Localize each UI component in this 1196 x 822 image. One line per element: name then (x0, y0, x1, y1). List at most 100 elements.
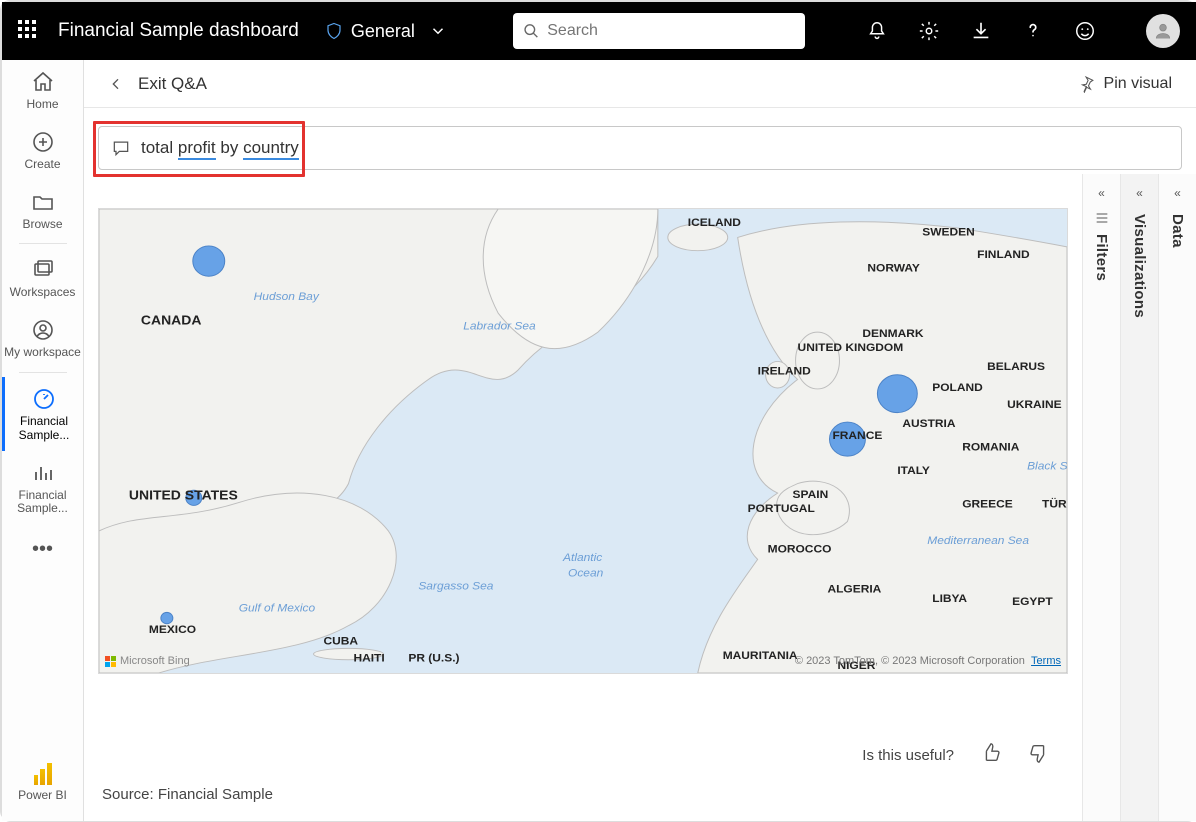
map-attribution: © 2023 TomTom, © 2023 Microsoft Corporat… (795, 655, 1061, 667)
svg-text:SWEDEN: SWEDEN (922, 226, 974, 239)
top-right-actions (866, 14, 1180, 48)
nav-my-workspace[interactable]: My workspace (2, 308, 83, 368)
chevrons-left-icon: « (1098, 180, 1105, 206)
top-app-bar: Financial Sample dashboard General (2, 2, 1196, 60)
exit-qna-button[interactable]: Exit Q&A (138, 74, 207, 94)
svg-text:FINLAND: FINLAND (977, 249, 1029, 262)
nav-powerbi[interactable]: Power BI (16, 751, 69, 811)
pin-icon (1078, 75, 1096, 93)
thumbs-down-icon (1028, 742, 1050, 764)
qna-text: total profit by country (141, 138, 299, 158)
thumbs-up-icon (980, 742, 1002, 764)
sensitivity-text: General (351, 21, 415, 42)
feedback-button[interactable] (1074, 20, 1096, 42)
svg-text:SPAIN: SPAIN (793, 488, 829, 501)
nav-workspaces-label: Workspaces (10, 286, 76, 300)
svg-text:Mediterranean Sea: Mediterranean Sea (927, 534, 1029, 547)
left-nav: Home Create Browse Workspaces My workspa… (2, 60, 84, 821)
app-launcher-icon[interactable] (18, 20, 40, 42)
chevrons-left-icon: « (1174, 180, 1181, 206)
svg-text:UNITED KINGDOM: UNITED KINGDOM (798, 341, 904, 354)
nav-fin-report-label: Financial Sample... (4, 489, 81, 517)
feedback-row: Is this useful? (862, 742, 1064, 768)
nav-my-workspace-label: My workspace (4, 346, 81, 360)
source-label: Source: Financial Sample (84, 768, 1082, 821)
folder-icon (31, 190, 55, 214)
svg-text:MEXICO: MEXICO (149, 623, 196, 636)
qna-input[interactable]: total profit by country (98, 126, 1182, 170)
data-panel-collapsed[interactable]: « Data (1158, 174, 1196, 821)
bell-icon (866, 20, 888, 42)
bubble-germany[interactable] (877, 375, 917, 413)
svg-text:Atlantic: Atlantic (562, 552, 602, 565)
sliders-icon (1094, 210, 1110, 226)
nav-more[interactable]: ••• (32, 524, 53, 575)
svg-text:ICELAND: ICELAND (688, 216, 741, 229)
filters-panel-collapsed[interactable]: « Filters (1082, 174, 1120, 821)
svg-text:PORTUGAL: PORTUGAL (748, 502, 815, 515)
svg-text:ALGERIA: ALGERIA (827, 583, 881, 596)
map-terms-link[interactable]: Terms (1031, 655, 1061, 667)
thumbs-up-button[interactable] (980, 742, 1002, 768)
svg-text:Black S: Black S (1027, 460, 1067, 473)
nav-create-label: Create (24, 158, 60, 172)
question-icon (1022, 20, 1044, 42)
plus-circle-icon (31, 130, 55, 154)
map-bing-credit: Microsoft Bing (105, 655, 190, 667)
nav-powerbi-label: Power BI (18, 789, 67, 803)
thumbs-down-button[interactable] (1028, 742, 1050, 768)
svg-text:GREECE: GREECE (962, 498, 1013, 511)
home-icon (31, 70, 55, 94)
nav-browse[interactable]: Browse (2, 180, 83, 240)
chevron-left-icon[interactable] (108, 76, 124, 92)
powerbi-logo-icon (34, 761, 52, 785)
global-search[interactable] (513, 13, 805, 49)
svg-text:IRELAND: IRELAND (758, 365, 811, 378)
visualizations-label: Visualizations (1131, 214, 1148, 318)
nav-home-label: Home (26, 98, 58, 112)
svg-text:MAURITANIA: MAURITANIA (723, 649, 798, 662)
bubble-mexico[interactable] (161, 612, 173, 623)
svg-text:ROMANIA: ROMANIA (962, 441, 1020, 454)
smiley-icon (1074, 20, 1096, 42)
svg-text:CANADA: CANADA (141, 313, 202, 328)
svg-text:Hudson Bay: Hudson Bay (254, 290, 320, 303)
gear-icon (918, 20, 940, 42)
map-visual[interactable]: ICELAND SWEDEN FINLAND NORWAY DENMARK UN… (98, 208, 1068, 674)
useful-label: Is this useful? (862, 747, 954, 764)
svg-text:Ocean: Ocean (568, 567, 603, 580)
dashboard-icon (32, 387, 56, 411)
nav-financial-dashboard[interactable]: Financial Sample... (2, 377, 83, 451)
nav-home[interactable]: Home (2, 60, 83, 120)
svg-text:DENMARK: DENMARK (862, 327, 924, 340)
svg-text:ITALY: ITALY (897, 464, 930, 477)
nav-workspaces[interactable]: Workspaces (2, 248, 83, 308)
svg-text:Gulf of Mexico: Gulf of Mexico (239, 602, 316, 615)
bubble-canada[interactable] (193, 246, 225, 276)
svg-text:POLAND: POLAND (932, 381, 982, 394)
download-icon (970, 20, 992, 42)
filters-label: Filters (1093, 234, 1110, 281)
search-icon (523, 22, 539, 40)
dashboard-title: Financial Sample dashboard (58, 20, 299, 42)
account-avatar[interactable] (1146, 14, 1180, 48)
help-button[interactable] (1022, 20, 1044, 42)
pin-visual-button[interactable]: Pin visual (1078, 75, 1172, 93)
svg-text:TÜR: TÜR (1042, 498, 1067, 511)
sensitivity-label[interactable]: General (325, 21, 447, 42)
person-circle-icon (31, 318, 55, 342)
map-svg: ICELAND SWEDEN FINLAND NORWAY DENMARK UN… (99, 209, 1067, 673)
visualizations-panel-collapsed[interactable]: « Visualizations (1120, 174, 1158, 821)
person-icon (1153, 21, 1173, 41)
qna-toolbar: Exit Q&A Pin visual (84, 60, 1196, 108)
notifications-button[interactable] (866, 20, 888, 42)
nav-create[interactable]: Create (2, 120, 83, 180)
search-input[interactable] (547, 22, 795, 40)
svg-text:FRANCE: FRANCE (832, 429, 882, 442)
settings-button[interactable] (918, 20, 940, 42)
svg-text:Labrador Sea: Labrador Sea (463, 320, 536, 333)
nav-financial-report[interactable]: Financial Sample... (2, 451, 83, 525)
download-button[interactable] (970, 20, 992, 42)
svg-text:UNITED STATES: UNITED STATES (129, 488, 238, 503)
svg-text:MOROCCO: MOROCCO (768, 543, 832, 556)
